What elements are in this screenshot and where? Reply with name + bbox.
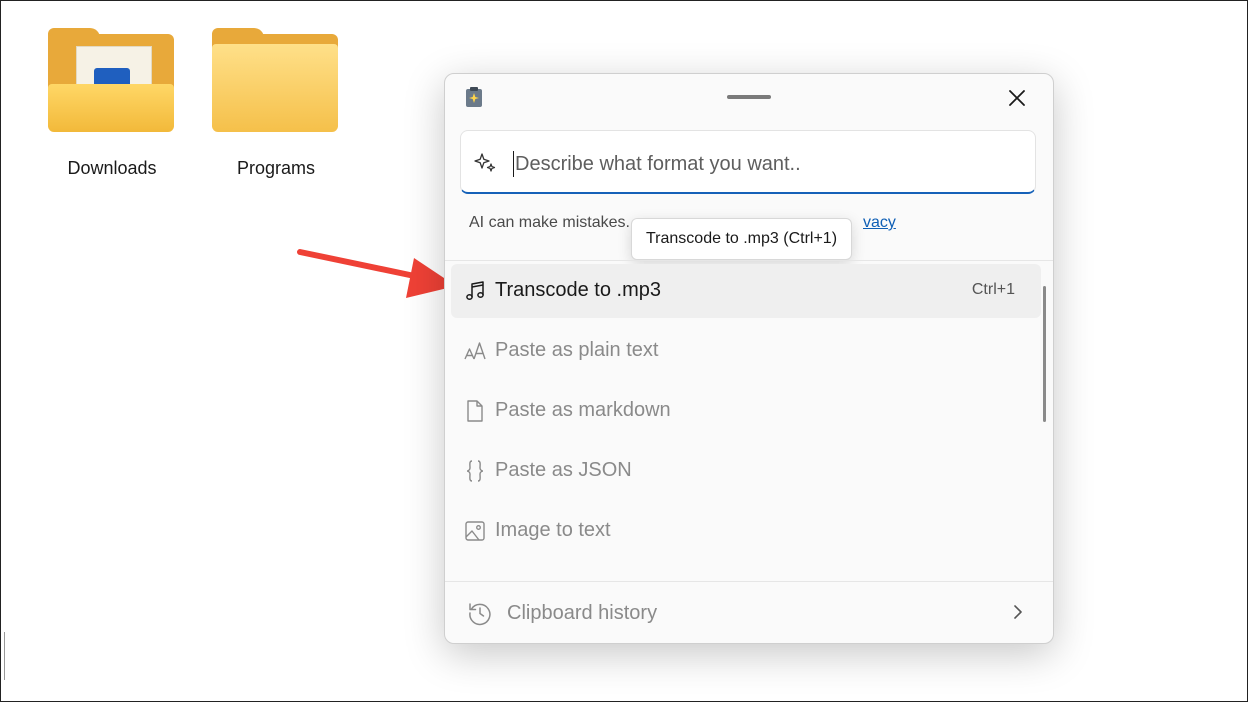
folder-icon [48, 28, 176, 132]
divider [445, 260, 1053, 261]
list-item-label: Image to text [495, 519, 611, 541]
folder-icon [212, 28, 340, 132]
list-item-image-to-text[interactable]: Image to text [451, 504, 1041, 558]
list-item-label: Transcode to .mp3 [495, 279, 662, 301]
history-icon [469, 603, 491, 626]
sparkle-icon [474, 153, 496, 172]
tooltip: Transcode to .mp3 (Ctrl+1) [631, 218, 853, 260]
document-icon [467, 400, 483, 422]
clipboard-history-button[interactable]: Clipboard history [445, 582, 1053, 643]
app-clipboard-sparkle-icon [466, 87, 482, 107]
desktop-icon-downloads[interactable]: Downloads [42, 28, 182, 179]
shortcut-label: Ctrl+1 [971, 281, 1015, 298]
privacy-link[interactable]: vacy [863, 214, 896, 232]
desktop-icon-programs[interactable]: Programs [206, 28, 346, 179]
list-item-label: Paste as JSON [495, 459, 632, 481]
music-note-icon [466, 281, 484, 300]
close-icon[interactable] [1005, 86, 1029, 110]
clipboard-history-label: Clipboard history [507, 602, 658, 624]
list-item-markdown[interactable]: Paste as markdown [451, 384, 1041, 438]
search-input[interactable] [513, 145, 1017, 183]
annotation-arrow-icon [297, 249, 456, 298]
desktop-icon-label: Programs [236, 158, 316, 178]
braces-icon [466, 460, 484, 482]
edge-mark [4, 632, 5, 680]
scrollbar[interactable] [1043, 286, 1046, 422]
list-item-plain-text[interactable]: Paste as plain text [451, 324, 1041, 378]
font-size-icon [464, 342, 486, 360]
drag-handle[interactable] [727, 95, 771, 99]
list-item-label: Paste as markdown [495, 399, 671, 421]
search-box[interactable] [460, 130, 1036, 194]
advanced-paste-panel: AI can make mistakes. vacy Transcode to … [444, 73, 1054, 644]
list-item-transcode-mp3[interactable]: Transcode to .mp3 Ctrl+1 [451, 264, 1041, 318]
list-item-label: Paste as plain text [495, 339, 659, 361]
image-icon [465, 521, 485, 541]
paste-options-list: Transcode to .mp3 Ctrl+1 Paste as plain … [451, 264, 1041, 564]
desktop-icon-label: Downloads [67, 158, 157, 178]
ai-disclaimer: AI can make mistakes. [469, 214, 630, 231]
text-caret [513, 151, 514, 177]
list-item-json[interactable]: Paste as JSON [451, 444, 1041, 498]
chevron-right-icon [1014, 605, 1022, 619]
